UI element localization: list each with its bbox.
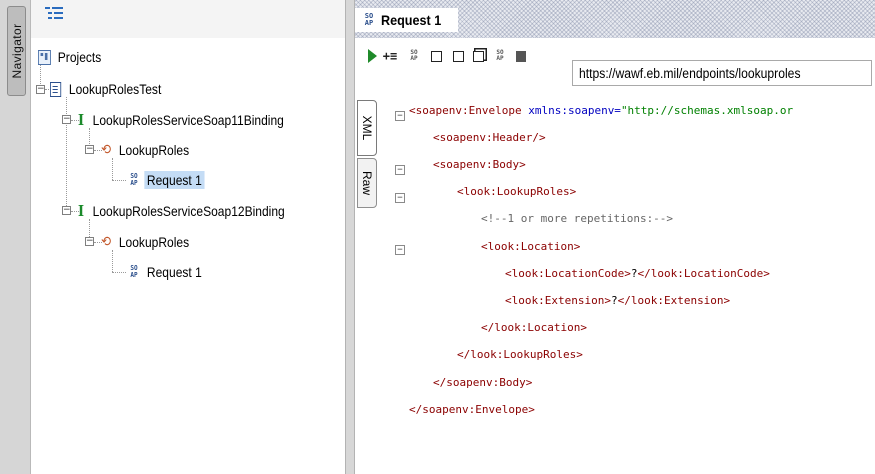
- code-line: <soapenv:Body>: [433, 152, 526, 176]
- navigator-toolbar: [31, 0, 345, 38]
- navigator-tab[interactable]: Navigator: [7, 6, 26, 96]
- tree-item-label: Request 1: [146, 264, 202, 280]
- copy-button[interactable]: [470, 48, 486, 64]
- format-button[interactable]: [428, 48, 444, 64]
- code-token: </look:Location>: [481, 321, 587, 335]
- binding-icon: I: [78, 111, 85, 129]
- code-line: <!--1 or more repetitions:-->: [481, 207, 673, 231]
- code-line: <soapenv:Header/>: [433, 125, 546, 149]
- soap-icon: SO AP: [496, 49, 504, 62]
- fold-toggle[interactable]: −: [395, 111, 405, 121]
- tree-item-request[interactable]: SO AP Request 1: [128, 261, 204, 283]
- endpoint-field[interactable]: https://wawf.eb.mil/endpoints/lookuprole…: [572, 60, 872, 86]
- navigator-rail: Navigator: [0, 0, 31, 474]
- tree-item-label: LookupRoles: [118, 142, 190, 158]
- tree-item-label: Projects: [57, 49, 102, 65]
- tree-item-project[interactable]: LookupRolesTest: [50, 78, 164, 100]
- collapse-toggle-binding-1[interactable]: −: [62, 115, 71, 124]
- tree-item-label: Request 1: [144, 171, 205, 189]
- collapse-toggle-operation-1[interactable]: −: [85, 145, 94, 154]
- navigator-panel: − − − − − Projects LookupRolesTest I Loo…: [31, 0, 345, 474]
- code-line: <look:Extension>? </look:Extension>: [505, 288, 730, 312]
- code-token: <look:LookupRoles>: [457, 185, 577, 199]
- panel-splitter[interactable]: [345, 0, 355, 474]
- format-icon: [430, 50, 442, 62]
- tree-item-label: LookupRolesServiceSoap11Binding: [92, 112, 284, 128]
- projects-icon: [38, 49, 51, 65]
- code-token: </look:LocationCode>: [637, 266, 770, 280]
- soap-icon: SO AP: [364, 12, 374, 27]
- tree-view-icon[interactable]: [45, 6, 63, 20]
- soap-request-icon: SO AP: [130, 172, 138, 187]
- code-token: </look:Extension>: [617, 293, 731, 307]
- copy-icon: [472, 50, 484, 62]
- fold-toggle[interactable]: −: [395, 193, 405, 203]
- collapse-toggle-operation-2[interactable]: −: [85, 237, 94, 246]
- code-token: xmlns:soapenv=: [528, 103, 621, 117]
- tab-xml-label: XML: [360, 115, 374, 141]
- tree-item-label: LookupRolesTest: [68, 81, 162, 97]
- code-token: <look:Extension>: [505, 293, 611, 307]
- code-token: <look:LocationCode>: [505, 266, 631, 280]
- endpoint-value: https://wawf.eb.mil/endpoints/lookuprole…: [579, 65, 801, 81]
- code-token: </look:LookupRoles>: [457, 348, 583, 362]
- fold-toggle[interactable]: −: [395, 245, 405, 255]
- code-line: <look:LocationCode>? </look:LocationCode>: [505, 261, 770, 285]
- play-icon: [367, 49, 377, 63]
- tree-item-projects[interactable]: Projects: [38, 46, 104, 68]
- code-token: "http://schemas.xmlsoap.or: [620, 103, 794, 117]
- navigator-tab-label: Navigator: [9, 23, 24, 79]
- square-icon: [452, 50, 464, 62]
- soap-icon: SO AP: [410, 49, 418, 62]
- tree-item-binding[interactable]: I LookupRolesServiceSoap12Binding: [78, 200, 287, 222]
- code-token: <soapenv:Header/>: [433, 130, 546, 144]
- add-lines-icon: +≡: [382, 49, 398, 63]
- tab-raw[interactable]: Raw: [357, 158, 377, 208]
- tree-item-request[interactable]: SO AP Request 1: [128, 169, 205, 191]
- code-line: </look:LookupRoles>: [457, 343, 583, 367]
- tab-raw-label: Raw: [360, 170, 374, 196]
- tree-item-label: LookupRolesServiceSoap12Binding: [92, 203, 285, 219]
- code-token: <look:Location>: [481, 239, 581, 253]
- clone-button[interactable]: [450, 48, 466, 64]
- project-tree: − − − − − Projects LookupRolesTest I Loo…: [31, 38, 345, 474]
- tree-item-binding[interactable]: I LookupRolesServiceSoap11Binding: [78, 109, 286, 131]
- code-line: <look:LookupRoles>: [457, 180, 576, 204]
- tab-xml[interactable]: XML: [357, 100, 377, 156]
- code-line: </soapenv:Envelope>: [409, 397, 535, 421]
- code-token: ?: [630, 266, 638, 280]
- code-line: <soapenv:Envelope xmlns:soapenv= "http://…: [409, 98, 793, 122]
- project-icon: [50, 81, 62, 97]
- fold-toggle[interactable]: −: [395, 165, 405, 175]
- code-line: <look:Location>: [481, 234, 580, 258]
- editor-tab[interactable]: SO AP Request 1: [355, 8, 458, 32]
- run-button[interactable]: [364, 48, 380, 64]
- tree-item-operation[interactable]: ⟲ LookupRoles: [101, 139, 192, 161]
- code-token: <!--1 or more repetitions:-->: [481, 212, 674, 226]
- tree-item-operation[interactable]: ⟲ LookupRoles: [101, 231, 192, 253]
- editor-title-bar: SO AP Request 1: [355, 0, 875, 39]
- request-editor: SO AP Request 1 +≡ SO AP SO AP https://wawf…: [355, 0, 875, 474]
- code-line: </look:Location>: [481, 316, 587, 340]
- operation-icon: ⟲: [101, 142, 112, 158]
- binding-icon: I: [78, 202, 85, 220]
- code-token: <soapenv:Body>: [433, 157, 526, 171]
- editor-title: Request 1: [381, 12, 442, 28]
- collapse-toggle-binding-2[interactable]: −: [62, 206, 71, 215]
- soap-request-icon: SO AP: [130, 264, 138, 279]
- add-wss-button[interactable]: +≡: [382, 48, 398, 64]
- soap-tool-button[interactable]: SO AP: [492, 48, 508, 64]
- xml-editor[interactable]: <soapenv:Envelope xmlns:soapenv= "http://…: [409, 98, 875, 428]
- code-token: </soapenv:Body>: [433, 375, 533, 389]
- code-token: ?: [610, 293, 618, 307]
- soap-action-button[interactable]: SO AP: [406, 48, 422, 64]
- collapse-toggle-project[interactable]: −: [36, 85, 45, 94]
- code-token: <soapenv:Envelope: [409, 103, 529, 117]
- code-line: </soapenv:Body>: [433, 370, 532, 394]
- stop-button[interactable]: [513, 48, 529, 64]
- stop-icon: [516, 50, 526, 62]
- tree-item-label: LookupRoles: [118, 234, 190, 250]
- operation-icon: ⟲: [101, 234, 112, 250]
- code-token: </soapenv:Envelope>: [409, 402, 535, 416]
